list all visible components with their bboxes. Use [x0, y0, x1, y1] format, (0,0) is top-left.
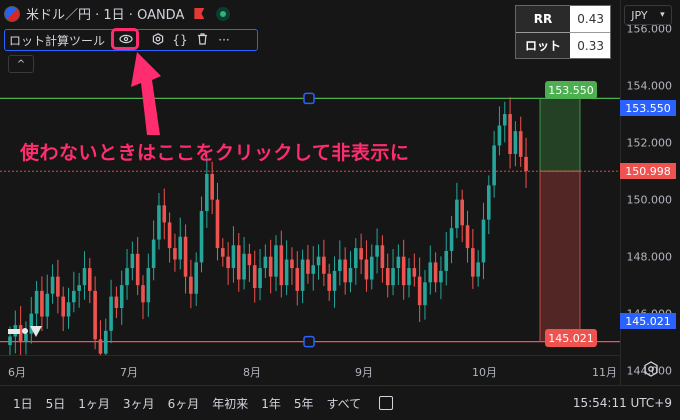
current-price-label: 150.998: [620, 163, 676, 179]
price-tick-label: 152.000: [626, 136, 673, 150]
price-tick-label: 150.000: [626, 193, 673, 207]
time-tick-label: 11月: [592, 366, 617, 379]
bottom-toolbar: 1日 5日 1ヶ月 3ヶ月 6ヶ月 年初来 1年 5年 すべて 15:54:11 UTC+9: [0, 385, 680, 420]
arrow-shape: [131, 52, 161, 135]
target-axis-label: 153.550: [620, 100, 676, 116]
period-button[interactable]: 3ヶ月: [123, 395, 155, 412]
period-button[interactable]: 1日: [13, 395, 33, 412]
price-tick-label: 148.000: [626, 250, 673, 264]
currency-label: JPY: [631, 8, 648, 22]
target-price-label: 153.550: [545, 81, 597, 99]
stop-price-label: 145.021: [545, 329, 597, 347]
stop-axis-label: 145.021: [620, 313, 676, 329]
period-buttons: 1日 5日 1ヶ月 3ヶ月 6ヶ月 年初来 1年 5年 すべて: [0, 395, 361, 412]
time-tick-label: 10月: [472, 366, 497, 379]
price-tick-label: 154.000: [626, 79, 673, 93]
period-button[interactable]: 5年: [294, 395, 314, 412]
clock-label[interactable]: 15:54:11 UTC+9: [573, 396, 672, 410]
period-button[interactable]: すべて: [327, 395, 362, 412]
period-button[interactable]: 1年: [261, 395, 281, 412]
settings-gear-icon[interactable]: [641, 360, 661, 378]
period-button[interactable]: 1ヶ月: [78, 395, 110, 412]
time-tick-label: 9月: [355, 366, 373, 379]
chevron-down-icon: ▾: [660, 10, 665, 20]
currency-selector[interactable]: JPY ▾: [624, 5, 672, 25]
date-range-icon[interactable]: [379, 396, 394, 410]
period-button[interactable]: 6ヶ月: [168, 395, 200, 412]
time-tick-label: 6月: [8, 366, 26, 379]
tradingview-logo: [8, 322, 42, 340]
period-button[interactable]: 年初来: [212, 395, 248, 412]
time-axis[interactable]: 6月 7月 8月 9月 10月 11月: [0, 355, 620, 385]
period-button[interactable]: 5日: [46, 395, 66, 412]
time-tick-label: 7月: [120, 366, 138, 379]
time-tick-label: 8月: [243, 366, 261, 379]
